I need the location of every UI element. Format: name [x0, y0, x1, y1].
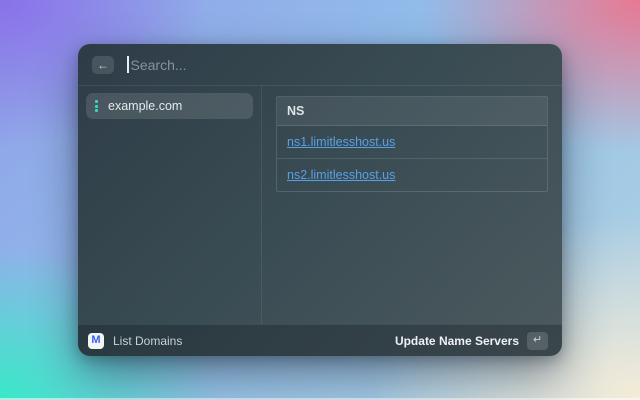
ns1-link[interactable]: ns1.limitlesshost.us: [287, 135, 395, 149]
table-row: ns2.limitlesshost.us: [277, 158, 547, 191]
ns-table-header: NS: [277, 97, 547, 126]
back-button[interactable]: ←: [92, 55, 114, 74]
command-title: List Domains: [113, 333, 183, 348]
action-label: Update Name Servers: [394, 333, 519, 348]
sidebar: example.com: [78, 86, 261, 324]
sidebar-item-label: example.com: [108, 99, 183, 113]
action-bar: M List Domains Update Name Servers ↵: [78, 324, 562, 356]
ns-table: NS ns1.limitlesshost.us ns2.limitlesshos…: [276, 96, 548, 192]
detail-panel: NS ns1.limitlesshost.us ns2.limitlesshos…: [262, 86, 562, 324]
app-logo-icon: M: [88, 332, 104, 349]
search-bar: ←: [78, 44, 562, 86]
sidebar-item-domain[interactable]: example.com: [86, 93, 253, 119]
update-name-servers-button[interactable]: Update Name Servers ↵: [391, 329, 552, 353]
domain-favicon-icon: [95, 100, 98, 112]
main-area: example.com NS ns1.limitlesshost.us ns2.…: [78, 86, 562, 324]
ns2-link[interactable]: ns2.limitlesshost.us: [287, 168, 395, 182]
text-caret: [127, 56, 129, 73]
action-bar-left: M List Domains: [88, 332, 183, 349]
app-window: ← example.com NS ns1.limitlesshost.us ns…: [78, 44, 562, 356]
back-arrow-icon: ←: [97, 57, 109, 72]
enter-key-icon: ↵: [527, 331, 548, 350]
search-input[interactable]: [130, 56, 548, 73]
table-row: ns1.limitlesshost.us: [277, 126, 547, 158]
